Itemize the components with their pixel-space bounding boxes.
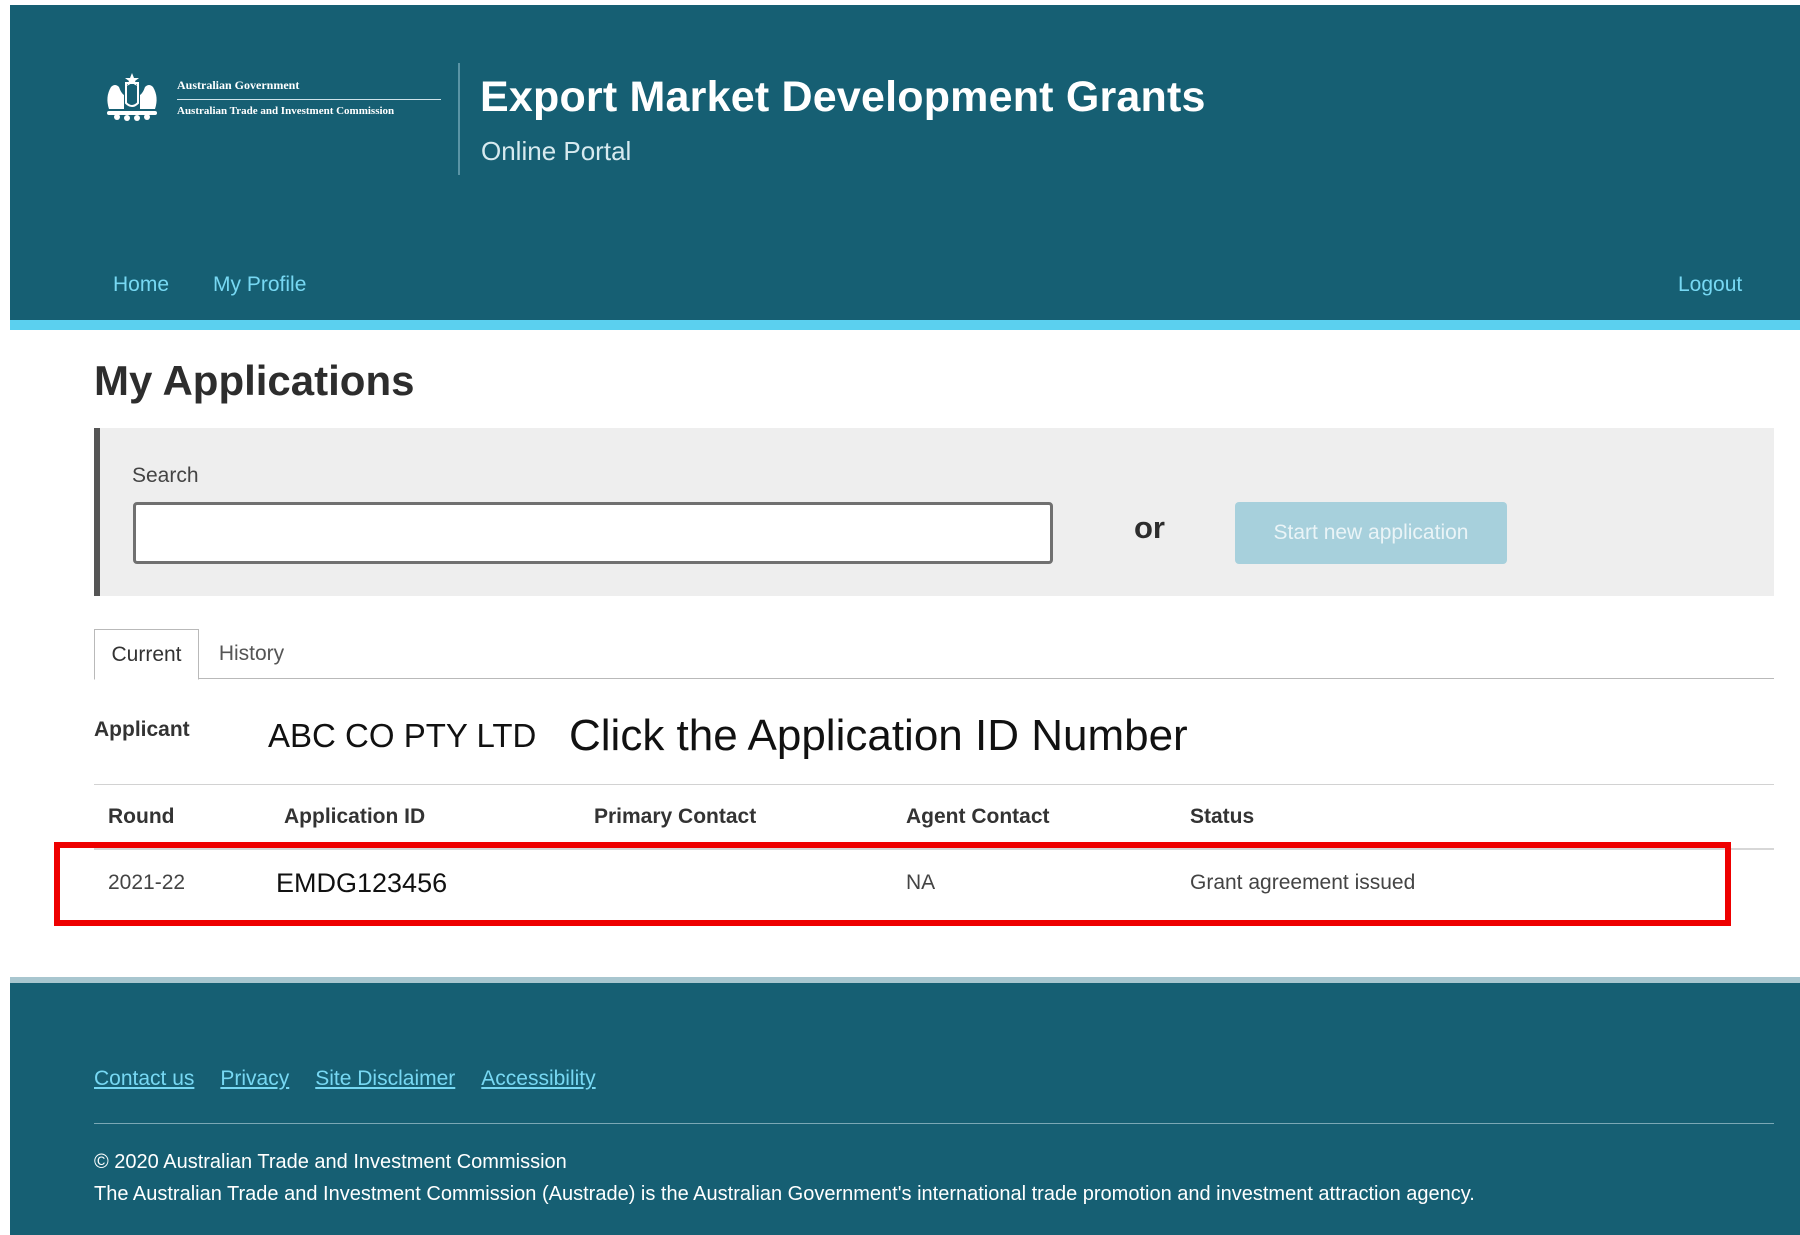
site-subtitle: Online Portal bbox=[481, 136, 632, 166]
applicant-divider bbox=[94, 784, 1774, 785]
instruction-annotation: Click the Application ID Number bbox=[569, 711, 1188, 760]
column-header-application-id: Application ID bbox=[284, 805, 426, 828]
applicant-label: Applicant bbox=[94, 718, 190, 741]
logo-line-austrade: Australian Trade and Investment Commissi… bbox=[177, 104, 395, 117]
site-header: Australian Government Australian Trade a… bbox=[10, 5, 1800, 320]
nav-home[interactable]: Home bbox=[113, 273, 169, 297]
footer-link-site-disclaimer[interactable]: Site Disclaimer bbox=[315, 1067, 455, 1091]
nav-my-profile[interactable]: My Profile bbox=[213, 273, 306, 297]
or-separator: or bbox=[1134, 510, 1165, 545]
site-footer: Contact us Privacy Site Disclaimer Acces… bbox=[10, 983, 1800, 1235]
start-new-application-button[interactable]: Start new application bbox=[1235, 502, 1507, 564]
header-accent-strip bbox=[10, 320, 1800, 330]
about-text: The Australian Trade and Investment Comm… bbox=[94, 1183, 1475, 1205]
tab-current[interactable]: Current bbox=[94, 629, 199, 680]
footer-link-contact-us[interactable]: Contact us bbox=[94, 1067, 194, 1091]
footer-links: Contact us Privacy Site Disclaimer Acces… bbox=[94, 1067, 596, 1091]
highlight-box bbox=[54, 842, 1731, 926]
search-input[interactable] bbox=[133, 502, 1053, 564]
page-frame: Australian Government Australian Trade a… bbox=[10, 5, 1800, 1235]
logo-text: Australian Government Australian Trade a… bbox=[177, 78, 441, 117]
footer-divider bbox=[94, 1123, 1774, 1124]
copyright-text: © 2020 Australian Trade and Investment C… bbox=[94, 1151, 567, 1173]
logout-link[interactable]: Logout bbox=[1678, 273, 1742, 297]
main-nav: Home My Profile bbox=[113, 273, 306, 297]
page-title: My Applications bbox=[94, 357, 415, 404]
column-header-status: Status bbox=[1190, 805, 1255, 828]
footer-link-privacy[interactable]: Privacy bbox=[220, 1067, 289, 1091]
footer-link-accessibility[interactable]: Accessibility bbox=[481, 1067, 595, 1091]
site-title: Export Market Development Grants bbox=[480, 73, 1206, 121]
column-header-primary-contact: Primary Contact bbox=[594, 805, 757, 828]
coat-of-arms-icon bbox=[94, 67, 169, 127]
government-logo[interactable]: Australian Government Australian Trade a… bbox=[94, 67, 441, 127]
column-header-agent-contact: Agent Contact bbox=[906, 805, 1050, 828]
tab-history[interactable]: History bbox=[199, 629, 304, 679]
applicant-name: ABC CO PTY LTD bbox=[268, 717, 537, 754]
logo-line-government: Australian Government bbox=[177, 78, 441, 100]
search-panel: Search or Start new application bbox=[94, 428, 1774, 596]
header-divider bbox=[458, 63, 460, 175]
search-label: Search bbox=[132, 464, 199, 487]
application-tabs: Current History bbox=[94, 629, 1774, 680]
column-header-round: Round bbox=[108, 805, 175, 828]
